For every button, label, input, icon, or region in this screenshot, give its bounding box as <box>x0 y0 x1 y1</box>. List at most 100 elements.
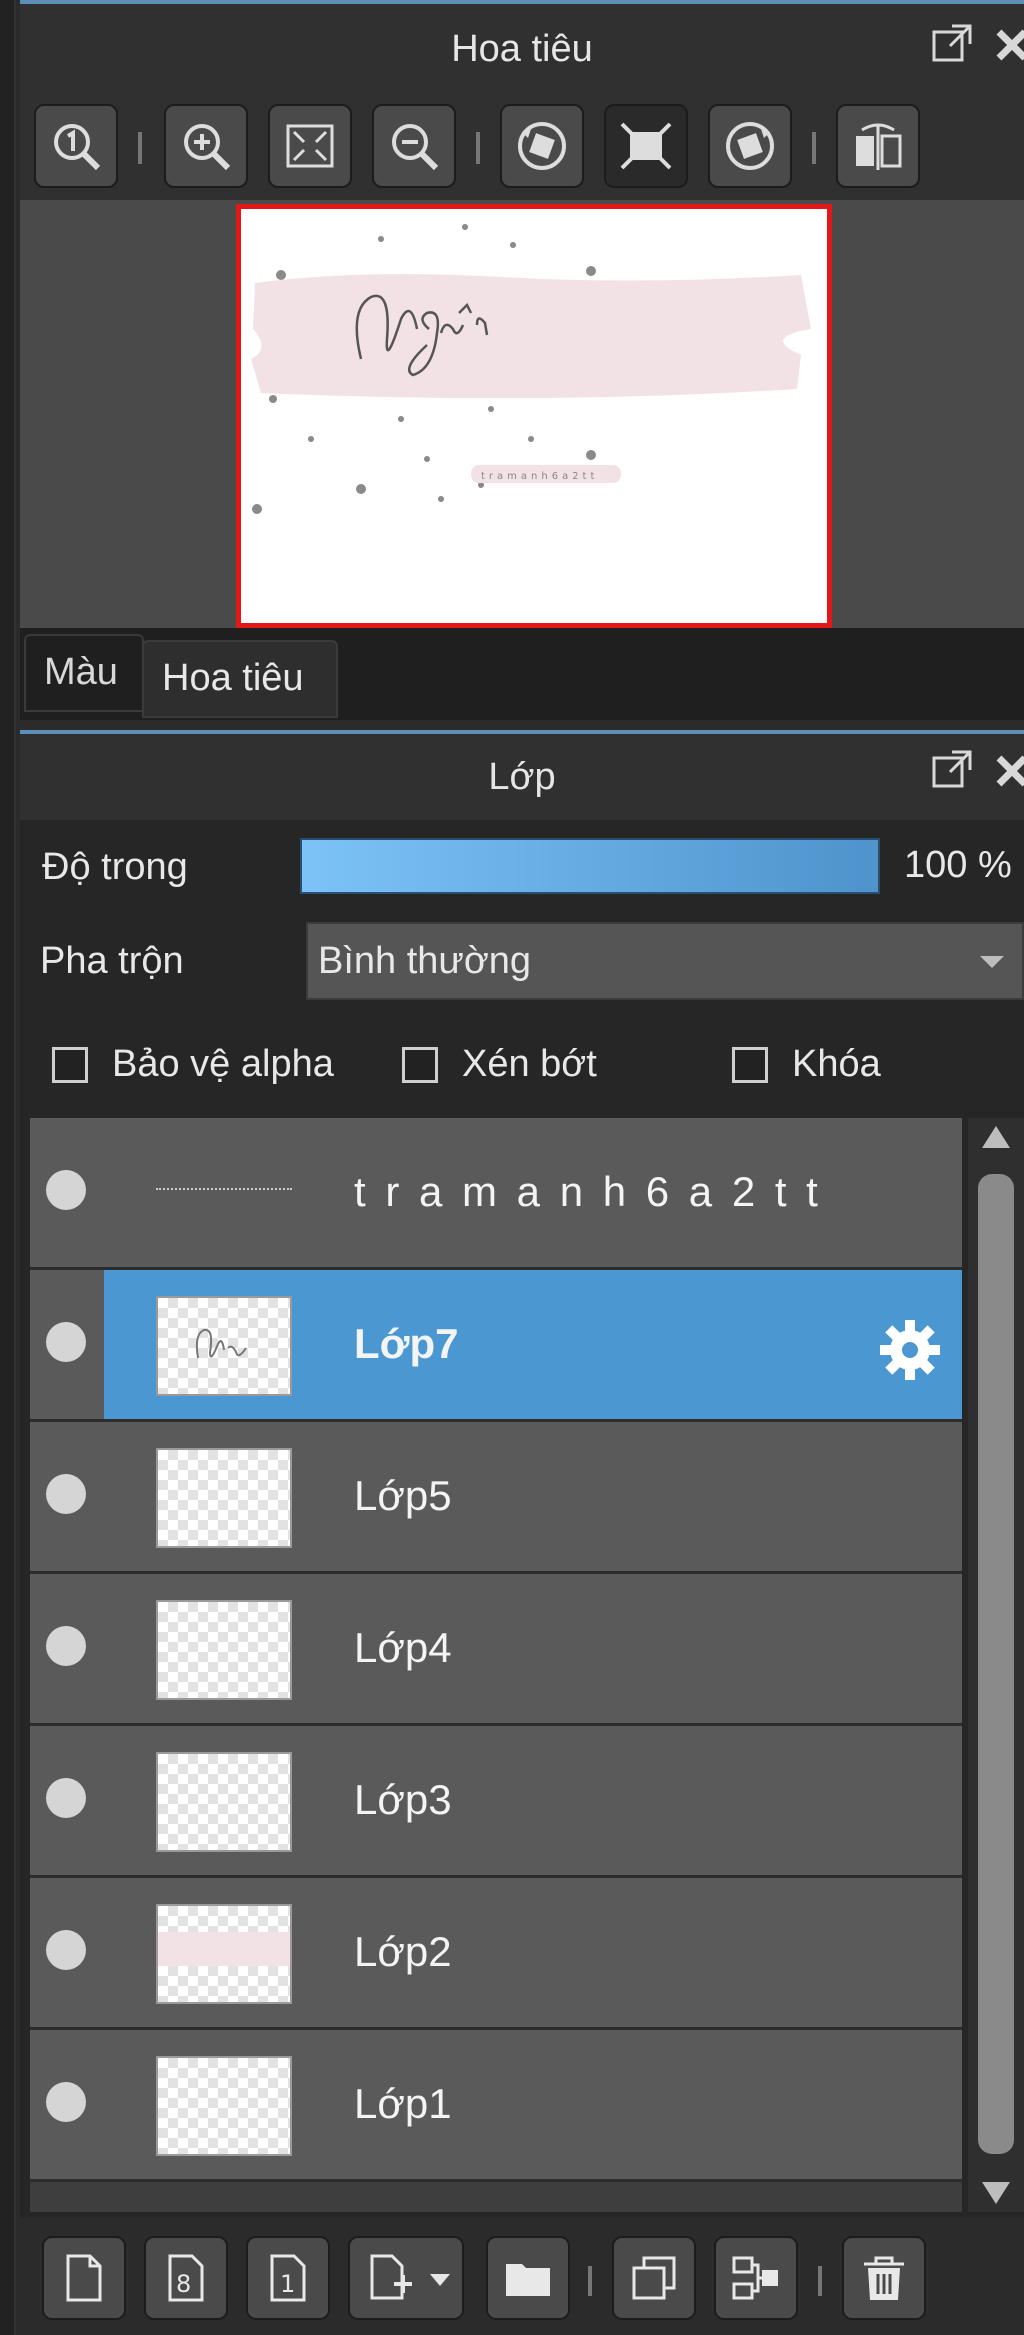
toolbar-separator <box>588 2266 592 2296</box>
visibility-toggle[interactable] <box>46 2082 86 2122</box>
layer-thumbnail <box>156 1600 292 1700</box>
navigator-preview-area[interactable]: tramanh6a2tt <box>20 200 1024 628</box>
scroll-down-arrow-icon[interactable] <box>982 2182 1010 2204</box>
layers-title: Lớp <box>488 756 556 798</box>
delete-layer-button[interactable] <box>842 2236 926 2320</box>
visibility-toggle[interactable] <box>46 1474 86 1514</box>
add-layer-menu-button[interactable] <box>348 2236 464 2320</box>
checkbox-label: Xén bớt <box>462 1043 597 1085</box>
scroll-up-arrow-icon[interactable] <box>982 1126 1010 1148</box>
opacity-slider[interactable] <box>300 838 880 894</box>
svg-text:8: 8 <box>176 2270 191 2298</box>
visibility-toggle[interactable] <box>46 1322 86 1362</box>
svg-text:tramanh6a2tt: tramanh6a2tt <box>481 471 598 482</box>
layer-scrollbar[interactable] <box>968 1118 1024 2212</box>
layer-thumbnail <box>156 1448 292 1548</box>
layer-name: Lớp3 <box>354 1776 452 1823</box>
layer-name: Lớp4 <box>354 1624 452 1671</box>
fit-button[interactable] <box>268 104 352 188</box>
checkbox-label: Khóa <box>792 1043 881 1085</box>
navigator-panel: Hoa tiêu tramanh6a2tt Màu Hoa tiêu <box>20 0 1024 720</box>
rotate-right-icon <box>726 122 774 170</box>
visibility-toggle[interactable] <box>46 1778 86 1818</box>
popout-icon[interactable] <box>930 22 974 66</box>
layer-row-selected[interactable]: Lớp7 <box>30 1270 962 1422</box>
gear-icon[interactable] <box>874 1314 946 1386</box>
blend-mode-select[interactable]: Bình thường <box>306 922 1024 1000</box>
layer-thumbnail <box>156 1752 292 1852</box>
checkbox-label: Bảo vệ alpha <box>112 1043 334 1085</box>
layer-name: Lớp2 <box>354 1928 452 1975</box>
scrollbar-thumb[interactable] <box>978 1174 1014 2154</box>
tab-navigator[interactable]: Hoa tiêu <box>142 640 338 718</box>
navigator-title: Hoa tiêu <box>451 28 593 70</box>
zoom-out-button[interactable] <box>372 104 456 188</box>
checkbox-box <box>52 1047 88 1083</box>
layer-row[interactable]: Lớp1 <box>30 2030 962 2182</box>
layer-name: t r a m a n h 6 a 2 t t <box>354 1168 822 1215</box>
zoom-out-icon <box>392 124 439 171</box>
fit-icon <box>286 124 334 168</box>
new-layer-button[interactable] <box>42 2236 126 2320</box>
rotate-right-button[interactable] <box>708 104 792 188</box>
new-1bit-layer-icon: 1 <box>270 2254 306 2302</box>
layers-header: Lớp <box>20 734 1024 820</box>
zoom-actual-icon <box>54 124 101 171</box>
close-icon[interactable] <box>990 22 1024 66</box>
chevron-down-icon <box>430 2274 450 2286</box>
new-8bit-layer-button[interactable]: 8 <box>144 2236 228 2320</box>
fit-window-icon <box>620 122 672 170</box>
new-8bit-layer-icon: 8 <box>168 2254 204 2302</box>
tab-color[interactable]: Màu <box>24 634 144 712</box>
navigator-tabs: Màu Hoa tiêu <box>20 628 1024 720</box>
new-layer-icon <box>66 2254 102 2302</box>
layer-row[interactable]: t r a m a n h 6 a 2 t t <box>30 1118 962 1270</box>
blend-mode-value: Bình thường <box>318 940 532 982</box>
toolbar-separator <box>476 132 480 164</box>
opacity-label: Độ trong <box>42 846 188 888</box>
duplicate-layer-button[interactable] <box>612 2236 696 2320</box>
layer-actions-toolbar: 8 1 <box>20 2218 1024 2335</box>
rotate-left-icon <box>518 122 566 170</box>
blend-label: Pha trộn <box>40 940 184 982</box>
close-icon[interactable] <box>990 748 1024 792</box>
visibility-toggle[interactable] <box>46 1930 86 1970</box>
layer-name: Lớp1 <box>354 2080 452 2127</box>
layer-row[interactable]: Lớp3 <box>30 1726 962 1878</box>
layer-name: Lớp7 <box>354 1320 459 1367</box>
duplicate-icon <box>632 2256 676 2300</box>
flip-button[interactable] <box>836 104 920 188</box>
zoom-in-button[interactable] <box>164 104 248 188</box>
zoom-in-icon <box>184 124 231 171</box>
zoom-actual-button[interactable] <box>34 104 118 188</box>
layer-row[interactable]: Lớp5 <box>30 1422 962 1574</box>
canvas-preview[interactable]: tramanh6a2tt <box>236 204 832 628</box>
navigator-header: Hoa tiêu <box>20 4 1024 94</box>
popout-icon[interactable] <box>930 748 974 792</box>
toolbar-separator <box>138 132 142 164</box>
new-folder-button[interactable] <box>486 2236 570 2320</box>
pink-brush-preview <box>158 1932 290 1966</box>
visibility-toggle[interactable] <box>46 1626 86 1666</box>
layer-thumbnail <box>156 1904 292 2004</box>
toolbar-separator <box>812 132 816 164</box>
left-dock-edge <box>0 0 16 2335</box>
text-layer-thumbnail <box>156 1188 292 1196</box>
folder-icon <box>506 2264 550 2296</box>
layer-row[interactable]: Lớp2 <box>30 1878 962 2030</box>
rotate-left-button[interactable] <box>500 104 584 188</box>
delete-icon <box>864 2256 904 2300</box>
new-1bit-layer-button[interactable]: 1 <box>246 2236 330 2320</box>
merge-layer-button[interactable] <box>714 2236 798 2320</box>
layer-thumbnail <box>156 2056 292 2156</box>
opacity-value: 100 % <box>904 844 1012 886</box>
layer-list: t r a m a n h 6 a 2 t t Lớp7 Lớp5 Lớp4 L… <box>30 1118 962 2212</box>
visibility-toggle[interactable] <box>46 1170 86 1210</box>
checkbox-box <box>402 1047 438 1083</box>
navigator-toolbar <box>20 94 1024 200</box>
layer-name: Lớp5 <box>354 1472 452 1519</box>
fit-window-button[interactable] <box>604 104 688 188</box>
toolbar-separator <box>818 2266 822 2296</box>
layer-row[interactable]: Lớp4 <box>30 1574 962 1726</box>
chevron-down-icon <box>980 956 1004 968</box>
